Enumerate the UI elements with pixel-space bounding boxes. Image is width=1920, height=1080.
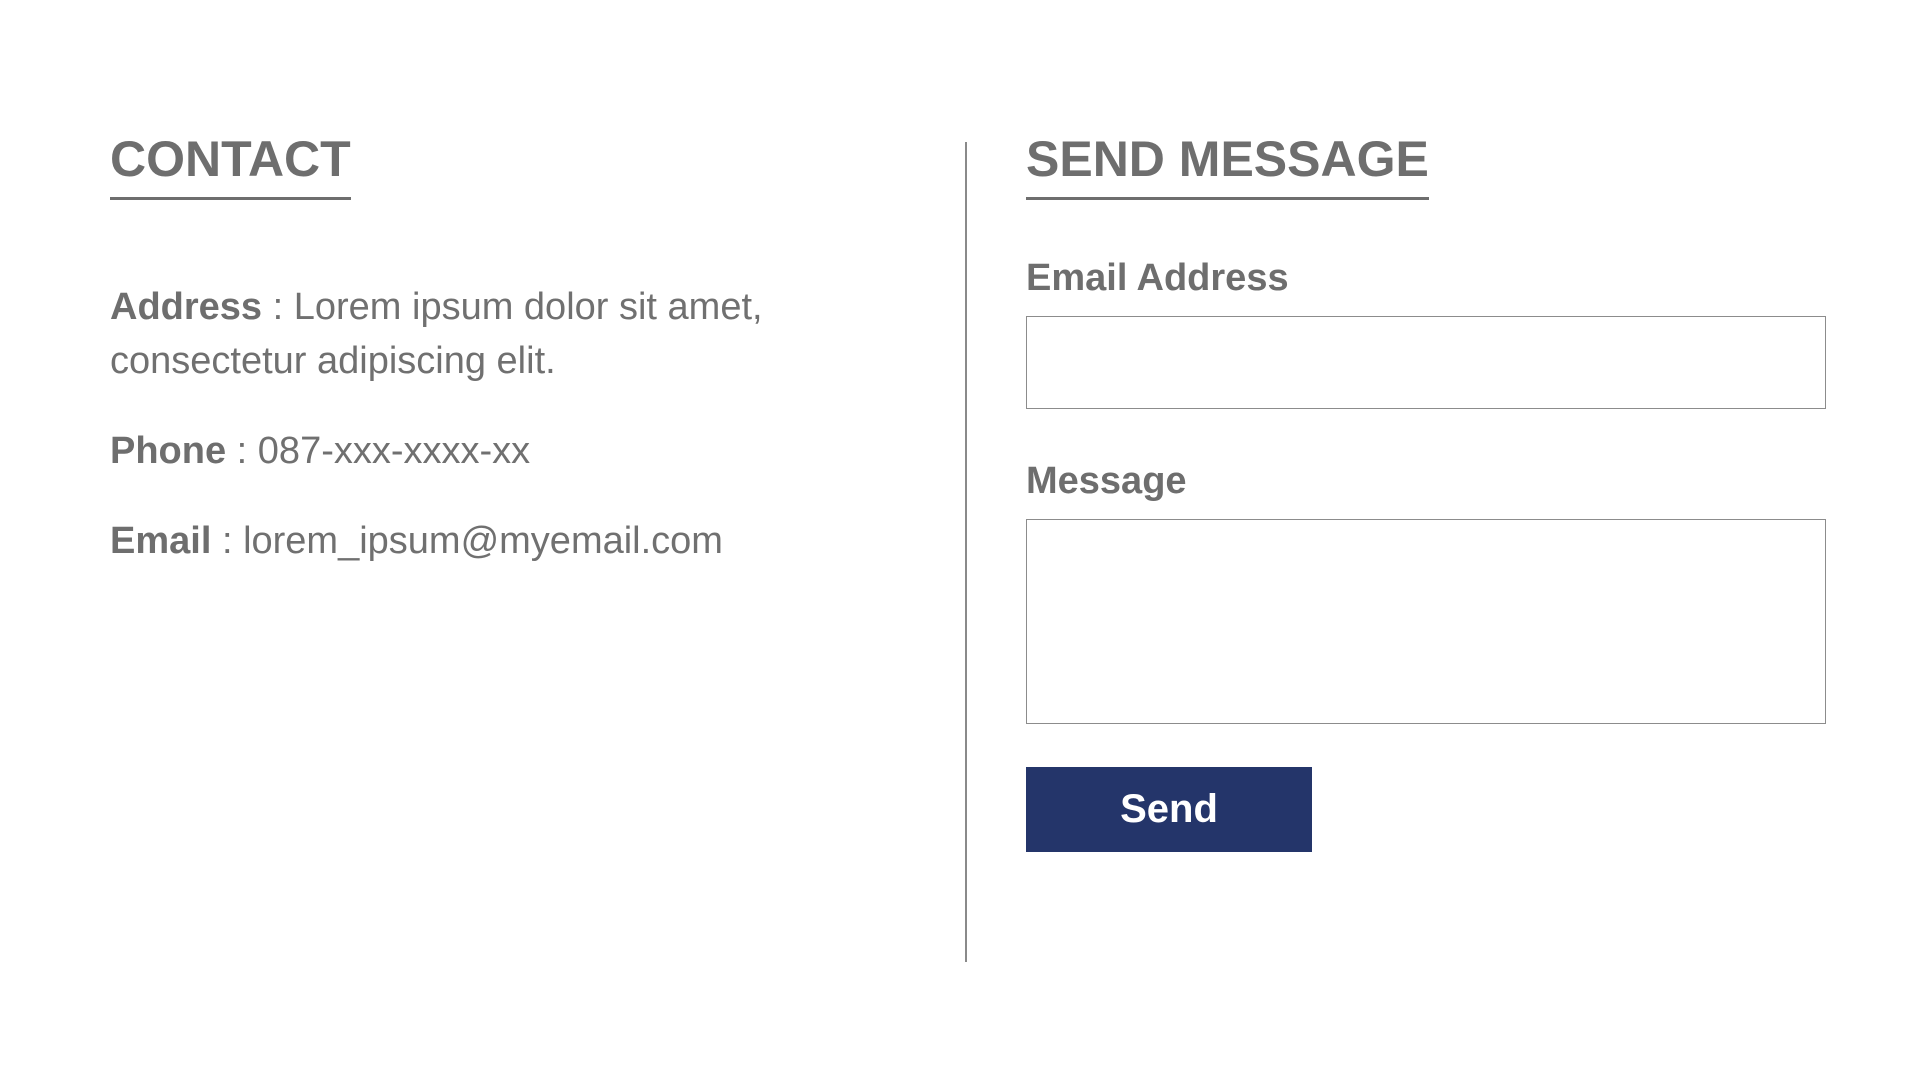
address-item: Address : Lorem ipsum dolor sit amet, co… <box>110 280 870 388</box>
message-textarea[interactable] <box>1026 518 1826 724</box>
email-label: Email <box>110 520 212 562</box>
email-item: Email : lorem_ipsum@myemail.com <box>110 514 870 568</box>
send-message-section: SEND MESSAGE Email Address Message Send <box>1026 132 1826 852</box>
address-label: Address <box>110 286 263 328</box>
message-label: Message <box>1026 459 1187 502</box>
contact-title: CONTACT <box>110 132 351 200</box>
phone-label: Phone <box>110 430 227 472</box>
phone-value: : 087-xxx-xxxx-xx <box>226 430 531 472</box>
send-message-title: SEND MESSAGE <box>1026 132 1429 200</box>
contact-page: CONTACT Address : Lorem ipsum dolor sit … <box>0 0 1920 1080</box>
email-address-label: Email Address <box>1026 257 1289 299</box>
column-divider <box>965 142 967 962</box>
contact-section: CONTACT Address : Lorem ipsum dolor sit … <box>110 132 870 604</box>
phone-item: Phone : 087-xxx-xxxx-xx <box>110 424 870 478</box>
email-value: : lorem_ipsum@myemail.com <box>211 520 723 562</box>
message-form: Email Address Message Send <box>1026 257 1826 852</box>
email-address-input[interactable] <box>1026 315 1826 409</box>
send-button[interactable]: Send <box>1026 766 1312 852</box>
contact-details: Address : Lorem ipsum dolor sit amet, co… <box>110 280 870 568</box>
